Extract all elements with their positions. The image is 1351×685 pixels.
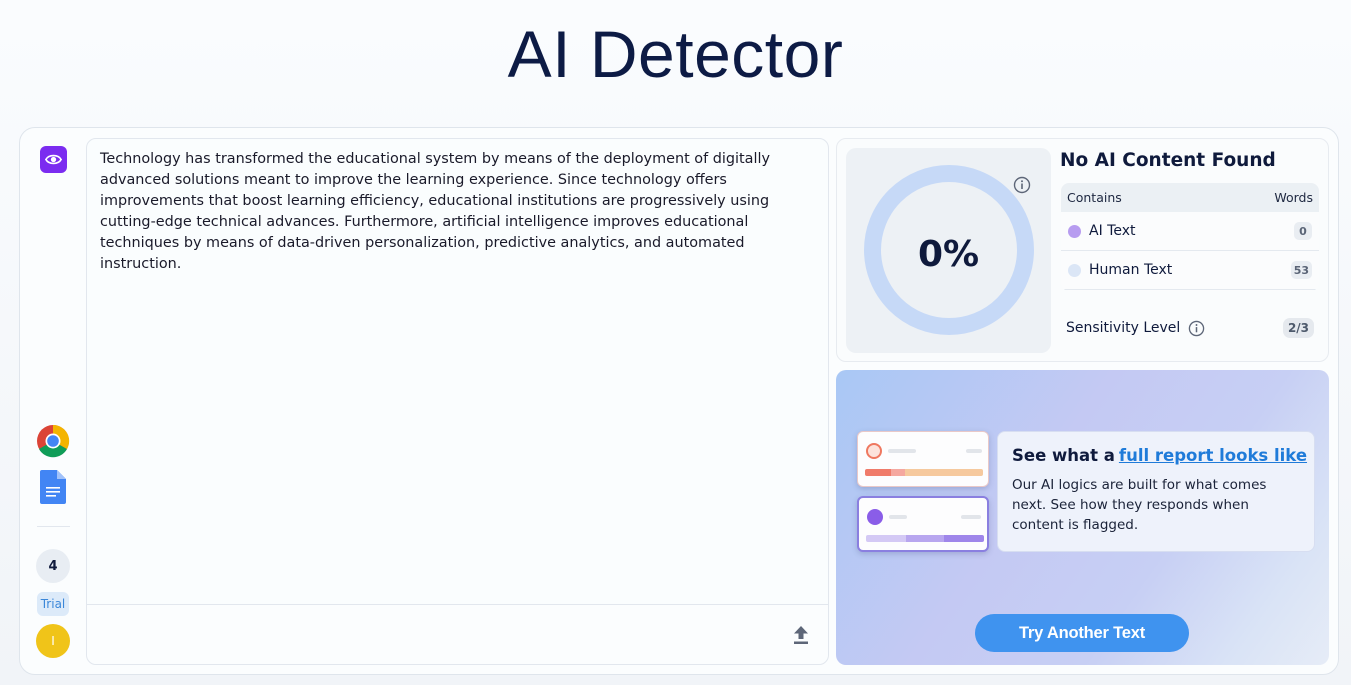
ai-word-count: 0 xyxy=(1294,222,1312,240)
column-header-contains: Contains xyxy=(1067,190,1122,205)
report-promo: See what a full report looks like Our AI … xyxy=(836,370,1329,665)
report-preview-card xyxy=(857,431,989,487)
rail-divider xyxy=(37,526,70,527)
usage-count-badge: 4 xyxy=(36,549,70,583)
report-preview-card xyxy=(857,496,989,552)
chrome-extension-icon[interactable] xyxy=(36,424,70,458)
word-stats-table: Contains Words AI Text 0 Human Text 53 xyxy=(1061,183,1319,291)
eye-logo-icon[interactable] xyxy=(40,146,67,173)
page-title: AI Detector xyxy=(507,17,844,91)
stats-header: Contains Words xyxy=(1061,183,1319,212)
ai-text-dot-icon xyxy=(1068,224,1081,238)
sparkle-icon xyxy=(867,509,883,525)
text-editor[interactable]: Technology has transformed the education… xyxy=(86,138,829,665)
promo-message: See what a full report looks like Our AI … xyxy=(997,431,1315,552)
sensitivity-value[interactable]: 2/3 xyxy=(1283,318,1314,338)
google-docs-icon[interactable] xyxy=(40,470,66,504)
avatar[interactable]: I xyxy=(36,624,70,658)
upload-icon[interactable] xyxy=(792,625,810,645)
promo-body: Our AI logics are built for what comes n… xyxy=(1012,477,1267,533)
human-word-count: 53 xyxy=(1290,261,1312,279)
full-report-link[interactable]: full report looks like xyxy=(1119,446,1307,465)
ai-text-label: AI Text xyxy=(1089,223,1136,239)
table-row: Human Text 53 xyxy=(1061,251,1319,290)
left-rail: 4 Trial I xyxy=(20,128,86,674)
try-another-text-button[interactable]: Try Another Text xyxy=(975,614,1189,652)
table-row: AI Text 0 xyxy=(1061,212,1319,251)
trial-badge[interactable]: Trial xyxy=(37,592,69,616)
info-icon[interactable] xyxy=(1188,320,1205,337)
flag-icon xyxy=(866,443,882,459)
sensitivity-level: Sensitivity Level 2/3 xyxy=(1066,317,1314,339)
detector-card: 4 Trial I Technology has transformed the… xyxy=(19,127,1339,675)
human-text-label: Human Text xyxy=(1089,262,1173,278)
promo-heading-prefix: See what a xyxy=(1012,446,1115,465)
result-panel: 0% No AI Content Found Contains Words AI… xyxy=(836,138,1329,362)
info-icon[interactable] xyxy=(1013,176,1031,194)
ai-percentage: 0% xyxy=(917,234,980,275)
human-text-dot-icon xyxy=(1068,263,1081,277)
sensitivity-label: Sensitivity Level xyxy=(1066,320,1181,336)
promo-heading: See what a full report looks like xyxy=(1012,446,1307,465)
result-title: No AI Content Found xyxy=(1060,150,1276,171)
column-header-words: Words xyxy=(1274,190,1313,205)
input-text[interactable]: Technology has transformed the education… xyxy=(100,149,800,275)
score-gauge: 0% xyxy=(846,148,1051,353)
editor-footer xyxy=(87,604,828,664)
